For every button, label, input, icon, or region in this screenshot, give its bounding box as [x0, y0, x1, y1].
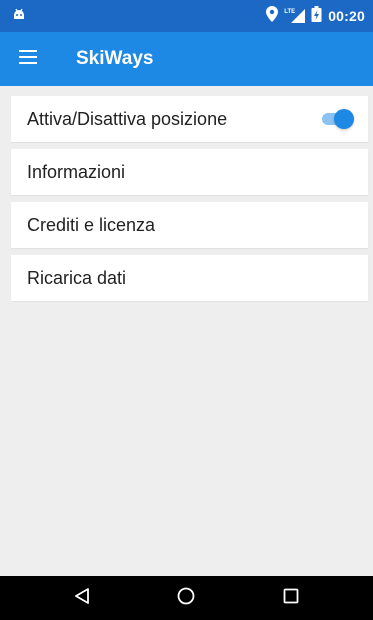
location-toggle-switch[interactable] — [322, 109, 354, 129]
navigation-bar — [0, 576, 373, 620]
settings-list: Attiva/Disattiva posizione Informazioni … — [11, 96, 368, 308]
menu-button[interactable] — [0, 32, 56, 86]
location-icon — [266, 5, 279, 27]
status-icons: LTE 00:20 — [266, 5, 365, 27]
app-title: SkiWays — [76, 48, 154, 69]
back-button[interactable] — [58, 576, 106, 620]
settings-item-label: Attiva/Disattiva posizione — [27, 108, 228, 129]
home-icon — [177, 587, 195, 610]
signal-icon: LTE — [284, 8, 306, 24]
toggle-knob — [334, 109, 354, 129]
hamburger-menu-icon — [19, 49, 37, 69]
settings-item-label: Ricarica dati — [27, 267, 127, 288]
settings-item-location-toggle[interactable]: Attiva/Disattiva posizione — [11, 96, 368, 142]
status-time: 00:20 — [328, 8, 365, 24]
status-bar: LTE 00:20 — [0, 0, 373, 32]
settings-item-info[interactable]: Informazioni — [11, 149, 368, 195]
settings-item-reload-data[interactable]: Ricarica dati — [11, 255, 368, 301]
app-bar: SkiWays — [0, 32, 373, 86]
back-icon — [74, 587, 90, 610]
home-button[interactable] — [162, 576, 210, 620]
recents-icon — [283, 588, 299, 609]
settings-item-label: Crediti e licenza — [27, 214, 156, 235]
recents-button[interactable] — [267, 576, 315, 620]
battery-icon — [311, 5, 322, 27]
android-icon — [12, 7, 26, 26]
settings-item-credits[interactable]: Crediti e licenza — [11, 202, 368, 248]
settings-item-label: Informazioni — [27, 161, 126, 182]
